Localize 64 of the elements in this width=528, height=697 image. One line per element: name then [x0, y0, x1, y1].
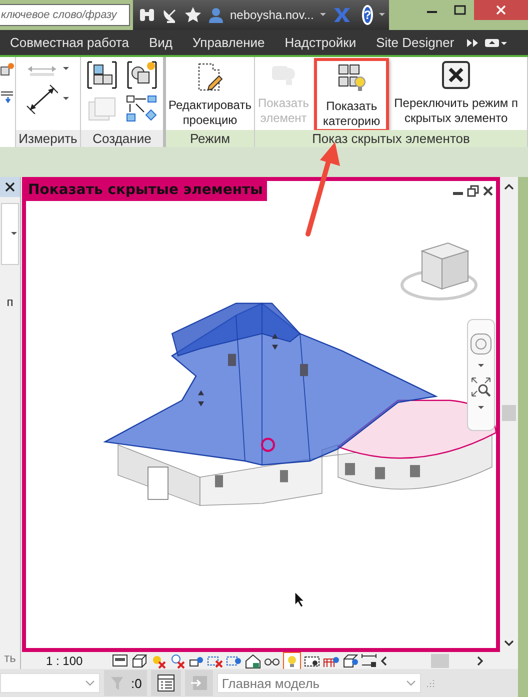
close-icon[interactable] [482, 185, 494, 197]
close-button[interactable] [474, 0, 528, 20]
caret-icon[interactable] [378, 11, 386, 19]
chevron-left-icon[interactable] [380, 654, 388, 666]
view-title: Показать скрытые элементы [26, 181, 267, 201]
ribbon-tab[interactable]: Site Designer [368, 33, 462, 52]
account-name[interactable]: neboysha.nov... [230, 8, 314, 22]
search-field[interactable]: ключевое слово/фразу [0, 4, 130, 26]
chevron-right-icon[interactable] [476, 654, 484, 666]
ribbon-button[interactable]: Переключить режим п скрытых элементо [391, 58, 521, 128]
list-arrow-icon [0, 89, 14, 103]
component-spark-icon[interactable] [126, 60, 158, 90]
close-icon [495, 5, 507, 15]
shadow-off-icon[interactable] [168, 652, 185, 668]
panel-text: п [6, 295, 14, 309]
user-icon[interactable] [207, 6, 225, 24]
model-dropdown[interactable]: Главная модель [216, 673, 421, 693]
box-icon[interactable] [130, 652, 147, 668]
ribbon-tab[interactable]: Совместная работа [2, 33, 137, 52]
navigation-bar[interactable] [467, 319, 495, 431]
ribbon-tab[interactable]: Вид [140, 33, 180, 52]
flow-diagram-icon[interactable] [126, 94, 158, 124]
caret-icon[interactable] [477, 404, 485, 412]
ribbon-tab[interactable]: Надстройки [276, 33, 364, 52]
caret-icon [85, 679, 95, 687]
caret-icon[interactable] [477, 362, 485, 370]
help-button[interactable]: ? [362, 5, 374, 25]
x-logo-icon[interactable] [332, 6, 352, 24]
panel-toggle-icon[interactable] [484, 38, 508, 48]
panel-label: Измерить [16, 130, 80, 147]
panel-label: Режим [166, 130, 254, 147]
panel-label: Показ скрытых элементов [255, 130, 527, 147]
restore-icon[interactable] [467, 185, 479, 197]
more-tabs-icon[interactable] [466, 38, 480, 48]
chevron-down-icon[interactable] [503, 639, 515, 647]
ribbon-button[interactable]: Показать категорию [320, 61, 384, 129]
chevron-up-icon[interactable] [503, 183, 515, 191]
caret-icon[interactable] [62, 95, 70, 103]
linear-dimension-icon[interactable] [26, 84, 58, 114]
detail-level-icon[interactable] [112, 652, 128, 668]
mouse-cursor-icon [294, 591, 306, 607]
group-cubes-icon[interactable] [86, 60, 118, 90]
caret-icon[interactable] [10, 230, 18, 238]
panel-text: ть [4, 651, 16, 665]
close-icon [441, 60, 472, 90]
panel-label: Создание [81, 130, 163, 147]
resize-grip-icon[interactable] [424, 678, 435, 688]
close-icon[interactable] [5, 182, 15, 192]
filter-count: :0 [131, 676, 142, 690]
caret-icon[interactable] [318, 11, 327, 19]
ribbon-tab[interactable]: Управление [184, 33, 273, 52]
cubes-bulb-icon [336, 63, 367, 93]
maximize-icon [454, 5, 466, 15]
ribbon-button[interactable]: Редактировать проекцию [166, 60, 254, 130]
caret-icon[interactable] [62, 65, 70, 73]
caret-icon [406, 679, 416, 687]
steering-wheel-icon[interactable] [469, 332, 493, 356]
box-bulb-icon[interactable] [342, 652, 358, 668]
properties-icon[interactable] [156, 674, 176, 692]
star-icon[interactable] [184, 6, 202, 24]
view-scale[interactable]: 1 : 100 [46, 654, 83, 668]
scroll-thumb[interactable] [502, 405, 516, 421]
zoom-extents-icon[interactable] [470, 376, 492, 398]
scroll-thumb[interactable] [430, 654, 449, 668]
